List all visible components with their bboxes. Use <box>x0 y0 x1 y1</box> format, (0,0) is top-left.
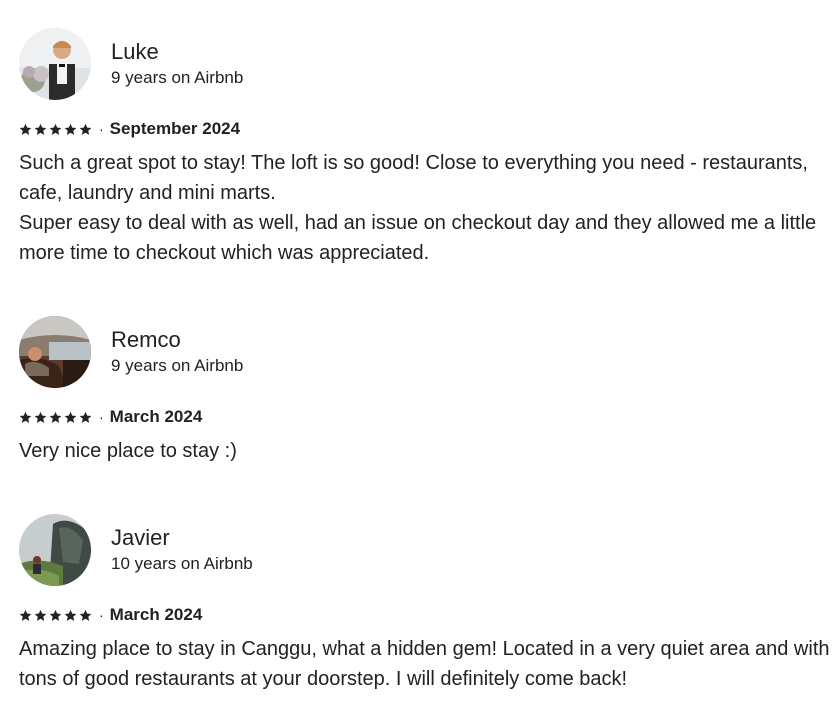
reviewer-tenure: 10 years on Airbnb <box>111 554 253 573</box>
star-icon <box>79 411 92 423</box>
review-card: Remco 9 years on Airbnb · March 2024 Ver… <box>19 316 834 466</box>
review-date: March 2024 <box>109 605 203 624</box>
reviewer-tenure: 9 years on Airbnb <box>111 356 244 375</box>
reviewer-name[interactable]: Javier <box>111 524 253 552</box>
star-icon <box>49 123 62 135</box>
avatar[interactable] <box>19 514 91 586</box>
review-text: Very nice place to stay :) <box>19 436 834 466</box>
star-rating <box>19 411 94 424</box>
star-icon <box>19 609 32 621</box>
reviewer-name[interactable]: Luke <box>111 38 243 66</box>
star-icon <box>79 609 92 621</box>
reviewer-info: Remco 9 years on Airbnb <box>111 326 243 378</box>
reviewer-tenure: 9 years on Airbnb <box>111 68 244 87</box>
star-rating <box>19 123 94 136</box>
star-rating <box>19 609 94 622</box>
review-text-line: Amazing place to stay in Canggu, what a … <box>19 638 830 690</box>
review-card: Javier 10 years on Airbnb · March 2024 A… <box>19 514 834 694</box>
separator-dot: · <box>99 409 104 425</box>
reviewer-info: Javier 10 years on Airbnb <box>111 524 253 576</box>
rating-row: · March 2024 <box>19 406 834 428</box>
star-icon <box>79 123 92 135</box>
review-text-line: Such a great spot to stay! The loft is s… <box>19 152 808 204</box>
star-icon <box>34 123 47 135</box>
avatar[interactable] <box>19 316 91 388</box>
review-date: September 2024 <box>109 119 241 138</box>
reviewer-name[interactable]: Remco <box>111 326 243 354</box>
star-icon <box>64 609 77 621</box>
star-icon <box>49 411 62 423</box>
star-icon <box>19 123 32 135</box>
review-card: Luke 9 years on Airbnb · September 2024 … <box>19 28 834 268</box>
rating-row: · March 2024 <box>19 604 834 626</box>
reviewer-info: Luke 9 years on Airbnb <box>111 38 243 90</box>
review-header: Javier 10 years on Airbnb <box>19 514 834 586</box>
separator-dot: · <box>99 607 104 623</box>
star-icon <box>64 411 77 423</box>
review-header: Remco 9 years on Airbnb <box>19 316 834 388</box>
star-icon <box>64 123 77 135</box>
rating-row: · September 2024 <box>19 118 834 140</box>
review-text: Amazing place to stay in Canggu, what a … <box>19 634 834 694</box>
star-icon <box>34 411 47 423</box>
review-text-line: Super easy to deal with as well, had an … <box>19 212 817 264</box>
review-date: March 2024 <box>109 407 203 426</box>
separator-dot: · <box>99 121 104 137</box>
avatar[interactable] <box>19 28 91 100</box>
star-icon <box>19 411 32 423</box>
review-header: Luke 9 years on Airbnb <box>19 28 834 100</box>
review-text-line: Very nice place to stay :) <box>19 440 237 462</box>
review-text: Such a great spot to stay! The loft is s… <box>19 148 834 268</box>
star-icon <box>49 609 62 621</box>
star-icon <box>34 609 47 621</box>
